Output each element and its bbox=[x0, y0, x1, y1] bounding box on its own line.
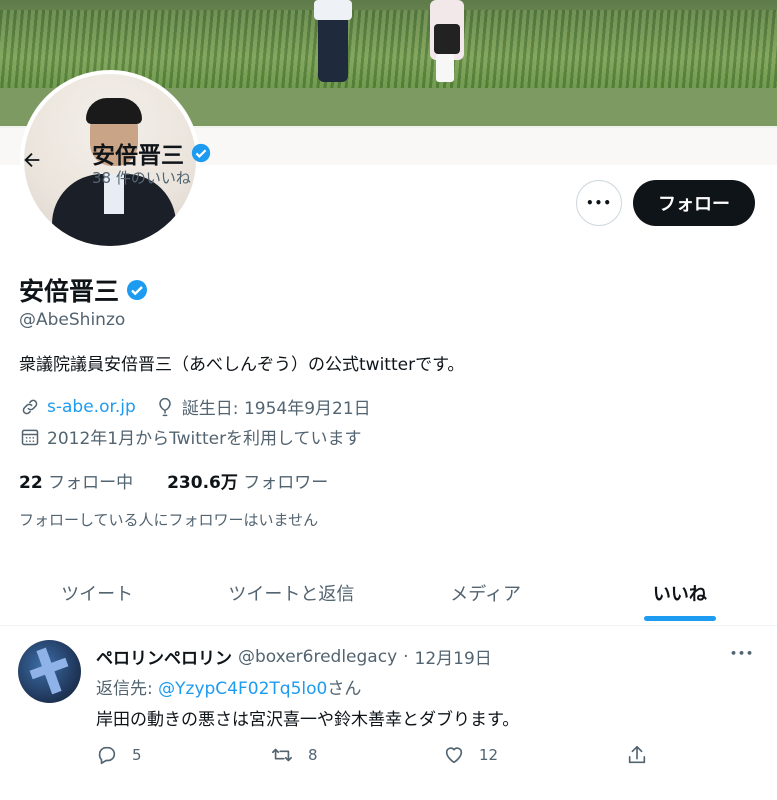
tab-likes-label: いいね bbox=[652, 583, 707, 605]
tweet-author-handle[interactable]: @boxer6redlegacy bbox=[238, 647, 397, 667]
profile-joined-row: 2012年1月からTwitterを利用しています bbox=[19, 424, 362, 449]
tweet-actions: 5 8 12 bbox=[96, 744, 656, 772]
tweet-author-name[interactable]: ペロリンペロリン bbox=[96, 644, 232, 669]
arrow-left-icon bbox=[24, 152, 40, 168]
profile-birthday: 誕生日: 1954年9月21日 bbox=[181, 399, 371, 419]
reply-button[interactable]: 5 bbox=[96, 744, 142, 766]
tweet-item[interactable]: ペロリンペロリン @boxer6redlegacy · 12月19日 ••• 返… bbox=[0, 626, 777, 800]
banner-person bbox=[430, 0, 464, 82]
followers-stat[interactable]: 230.6万 フォロワー bbox=[167, 468, 328, 493]
follow-button[interactable]: フォロー bbox=[633, 180, 755, 226]
profile-bio: 衆議院議員安倍晋三（あべしんぞう）の公式twitterです。 bbox=[19, 355, 465, 375]
following-count: 22 bbox=[19, 473, 43, 493]
profile-joined-date: 2012年1月からTwitterを利用しています bbox=[47, 429, 362, 449]
header-likes-count: 38 件のいいね bbox=[92, 169, 191, 187]
link-icon bbox=[19, 396, 41, 418]
tweet-reply-to: 返信先: @YzypC4F02Tq5lo0さん bbox=[96, 674, 361, 699]
share-button[interactable] bbox=[626, 744, 648, 766]
share-icon bbox=[628, 745, 646, 764]
banner-person-shirt bbox=[314, 0, 352, 20]
reply-prefix: 返信先: bbox=[96, 679, 159, 699]
banner-person-boots bbox=[436, 54, 454, 82]
verified-badge-icon bbox=[191, 143, 211, 163]
header-title: 安倍晋三 bbox=[92, 136, 212, 170]
more-dots-icon: ••• bbox=[729, 647, 755, 660]
verified-badge-icon bbox=[127, 280, 148, 300]
tab-media[interactable]: メディア bbox=[389, 560, 583, 625]
tweet-author-avatar[interactable] bbox=[18, 640, 81, 703]
mutual-followers-note: フォローしている人にフォロワーはいません bbox=[19, 511, 319, 529]
calendar-icon bbox=[19, 426, 41, 448]
balloon-icon bbox=[154, 396, 176, 418]
followers-count: 230.6万 bbox=[167, 473, 238, 493]
tab-tweets-label: ツイート bbox=[61, 583, 134, 605]
reply-count: 5 bbox=[132, 746, 142, 764]
following-label: フォロー中 bbox=[48, 473, 134, 493]
tab-media-label: メディア bbox=[450, 583, 521, 605]
heart-icon bbox=[445, 747, 463, 764]
like-count: 12 bbox=[479, 746, 499, 764]
more-options-button[interactable]: ••• bbox=[576, 180, 622, 226]
avatar-hair bbox=[86, 98, 142, 124]
tab-tweets-and-replies-label: ツイートと返信 bbox=[228, 583, 355, 605]
reply-mention-link[interactable]: @YzypC4F02Tq5lo0 bbox=[158, 679, 327, 699]
retweet-button[interactable]: 8 bbox=[270, 744, 318, 766]
active-tab-indicator bbox=[643, 616, 716, 621]
retweet-count: 8 bbox=[308, 746, 318, 764]
banner-person bbox=[314, 0, 352, 82]
profile-meta-row: s-abe.or.jp 誕生日: 1954年9月21日 bbox=[19, 394, 371, 419]
more-dots-icon: ••• bbox=[585, 196, 612, 210]
tweet-separator: · bbox=[403, 646, 409, 667]
like-button[interactable]: 12 bbox=[443, 744, 498, 766]
profile-stats: 22 フォロー中 230.6万 フォロワー bbox=[19, 468, 328, 493]
tab-tweets[interactable]: ツイート bbox=[0, 560, 194, 625]
profile-handle: @AbeShinzo bbox=[19, 310, 126, 330]
following-stat[interactable]: 22 フォロー中 bbox=[19, 468, 133, 493]
followers-label: フォロワー bbox=[243, 473, 329, 493]
profile-tabs: ツイート ツイートと返信 メディア いいね bbox=[0, 560, 777, 626]
back-button[interactable] bbox=[14, 142, 50, 178]
tweet-header: ペロリンペロリン @boxer6redlegacy · 12月19日 bbox=[96, 644, 492, 670]
tab-likes[interactable]: いいね bbox=[583, 560, 777, 625]
header-name-text: 安倍晋三 bbox=[92, 143, 184, 169]
tweet-date[interactable]: 12月19日 bbox=[415, 644, 492, 669]
profile-name-text: 安倍晋三 bbox=[19, 277, 120, 306]
profile-website-link[interactable]: s-abe.or.jp bbox=[47, 397, 136, 417]
tweet-more-button[interactable]: ••• bbox=[728, 642, 756, 664]
banner-person-pants bbox=[434, 24, 460, 54]
retweet-icon bbox=[272, 748, 292, 762]
profile-name: 安倍晋三 bbox=[19, 272, 149, 308]
reply-icon bbox=[98, 746, 116, 765]
tab-tweets-and-replies[interactable]: ツイートと返信 bbox=[194, 560, 388, 625]
tweet-text: 岸田の動きの悪さは宮沢喜一や鈴木善幸とダブります。 bbox=[96, 710, 520, 730]
reply-suffix: さん bbox=[327, 679, 362, 699]
